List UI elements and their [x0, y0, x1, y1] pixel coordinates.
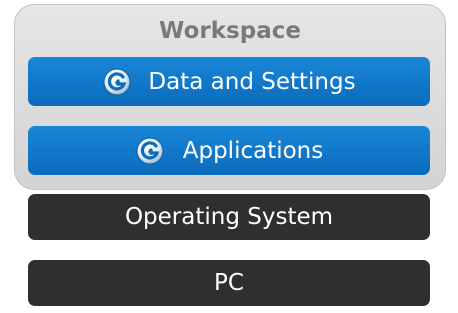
pc-layer: PC: [28, 260, 430, 306]
applications-layer: Applications: [28, 126, 430, 175]
diagram-canvas: Workspace Data and Settings Applications…: [0, 0, 458, 313]
applications-label: Applications: [182, 137, 324, 164]
operating-system-layer: Operating System: [28, 194, 430, 240]
workspace-title: Workspace: [159, 18, 301, 44]
swirl-logo-icon: [103, 68, 131, 95]
pc-label: PC: [214, 270, 244, 296]
operating-system-label: Operating System: [124, 204, 334, 230]
swirl-logo-icon: [136, 137, 164, 164]
data-and-settings-label: Data and Settings: [148, 68, 356, 95]
data-and-settings-layer: Data and Settings: [28, 57, 430, 106]
